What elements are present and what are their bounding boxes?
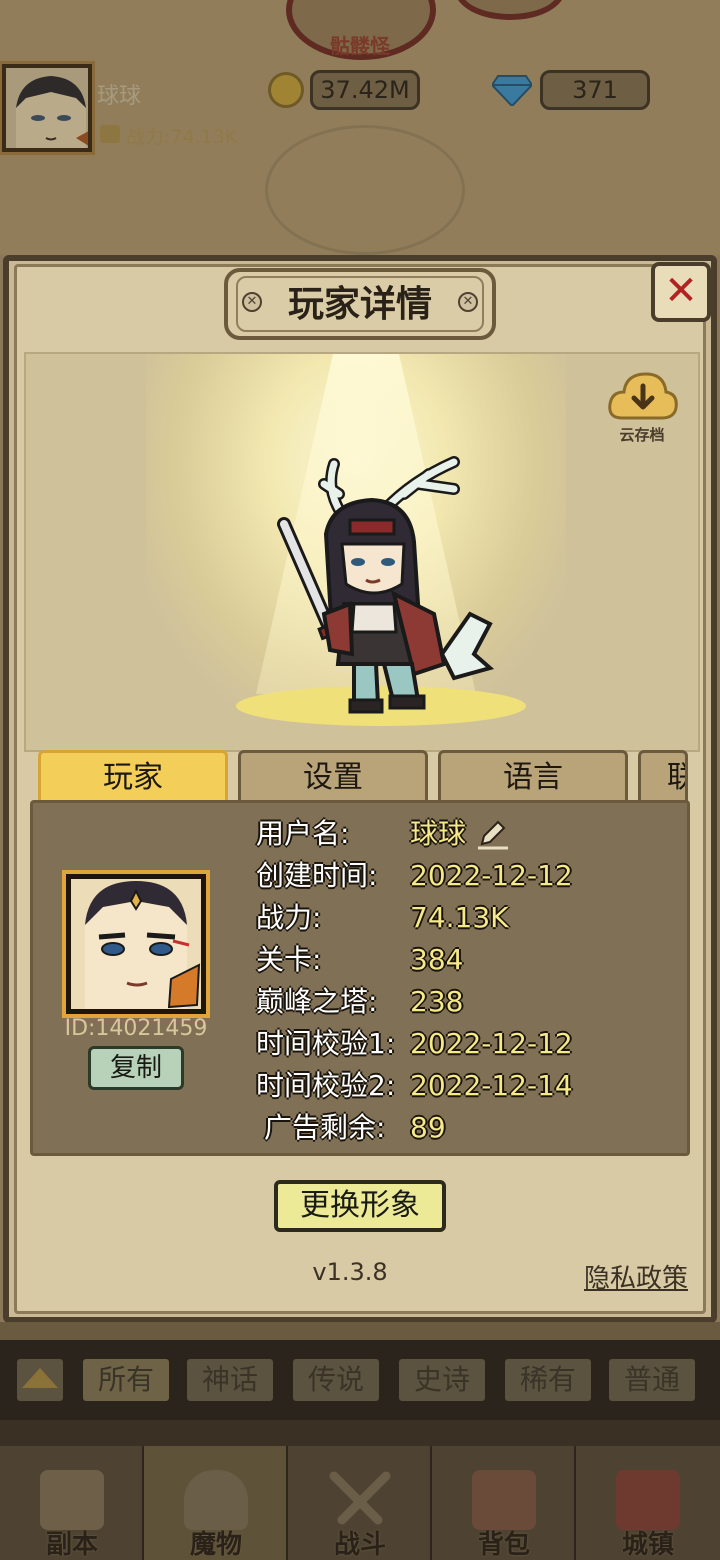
top-player-name: 球球	[97, 84, 142, 109]
coin-counter: 37.42M	[310, 70, 420, 110]
nav-town-label: 城镇	[621, 1530, 674, 1560]
tab-player[interactable]: 玩家	[38, 750, 228, 802]
shop-icon	[616, 1470, 680, 1530]
power-icon	[100, 125, 120, 143]
top-avatar	[0, 61, 95, 155]
nav-dungeon-label: 副本	[45, 1530, 98, 1560]
modal-title: 玩家详情	[287, 284, 432, 325]
filter-common[interactable]: 普通	[606, 1356, 698, 1404]
filter-epic[interactable]: 史诗	[396, 1356, 488, 1404]
background-boss-label: 骷髅怪	[330, 34, 390, 58]
background-emblem	[265, 125, 465, 255]
nav-battle[interactable]: 战斗	[288, 1446, 432, 1560]
nav-battle-label: 战斗	[333, 1530, 386, 1560]
top-power-label: 战力:74.13K	[126, 126, 238, 148]
filter-rare[interactable]: 稀有	[502, 1356, 594, 1404]
cloud-download-icon	[608, 372, 678, 420]
field-label-power: 战力:	[256, 901, 322, 934]
field-label-tower: 巅峰之塔:	[256, 985, 378, 1018]
nav-monster[interactable]: 魔物	[144, 1446, 288, 1560]
field-value-ads-remaining: 89	[410, 1111, 446, 1144]
bottom-nav-strip	[0, 1420, 720, 1446]
backpack-icon	[472, 1470, 536, 1530]
pencil-icon	[478, 820, 508, 850]
field-value-time-check-1: 2022-12-12	[410, 1027, 573, 1060]
close-icon: ✕	[664, 268, 698, 314]
close-button[interactable]: ✕	[651, 262, 711, 322]
gem-icon	[490, 74, 534, 108]
tab-settings[interactable]: 设置	[238, 750, 428, 802]
change-appearance-button[interactable]: 更换形象	[274, 1180, 446, 1232]
privacy-policy-link[interactable]: 隐私政策	[584, 1258, 688, 1295]
edit-name-button[interactable]	[476, 818, 510, 852]
filter-myth[interactable]: 神话	[184, 1356, 276, 1404]
filter-all[interactable]: 所有	[80, 1356, 172, 1404]
field-value-stage: 384	[410, 943, 464, 976]
nav-bag-label: 背包	[477, 1530, 530, 1560]
nav-town[interactable]: 城镇	[576, 1446, 720, 1560]
crossed-swords-icon	[328, 1470, 392, 1530]
field-label-ads-remaining: 广告剩余:	[264, 1111, 386, 1144]
field-label-time-check-1: 时间校验1:	[256, 1027, 396, 1060]
tab-contact[interactable]: 联	[638, 750, 688, 802]
field-label-time-check-2: 时间校验2:	[256, 1069, 396, 1102]
tab-language[interactable]: 语言	[438, 750, 628, 802]
background-list-strip	[0, 1322, 720, 1342]
field-label-username: 用户名:	[256, 817, 350, 850]
helmet-icon	[184, 1470, 248, 1530]
filter-legend[interactable]: 传说	[290, 1356, 382, 1404]
field-value-username: 球球	[410, 817, 467, 850]
field-value-tower: 238	[410, 985, 464, 1018]
field-label-created: 创建时间:	[256, 859, 378, 892]
nav-monster-label: 魔物	[189, 1530, 242, 1560]
field-value-time-check-2: 2022-12-14	[410, 1069, 573, 1102]
player-avatar	[62, 870, 210, 1018]
cloud-save-button[interactable]	[608, 370, 678, 422]
nav-bag[interactable]: 背包	[432, 1446, 576, 1560]
arrow-up-icon	[22, 1368, 58, 1388]
cloud-save-label: 云存档	[619, 426, 665, 444]
field-value-power: 74.13K	[410, 901, 509, 934]
character-showcase	[24, 352, 700, 752]
nav-dungeon[interactable]: 副本	[0, 1446, 144, 1560]
coin-icon	[268, 72, 304, 108]
copy-id-button[interactable]: 复制	[88, 1046, 184, 1090]
field-label-stage: 关卡:	[256, 943, 322, 976]
map-icon	[40, 1470, 104, 1530]
player-id: ID:14021459	[64, 1016, 208, 1041]
field-value-created: 2022-12-12	[410, 859, 573, 892]
gem-counter: 371	[540, 70, 650, 110]
version-label: v1.3.8	[312, 1258, 388, 1286]
hero-character	[254, 454, 495, 716]
